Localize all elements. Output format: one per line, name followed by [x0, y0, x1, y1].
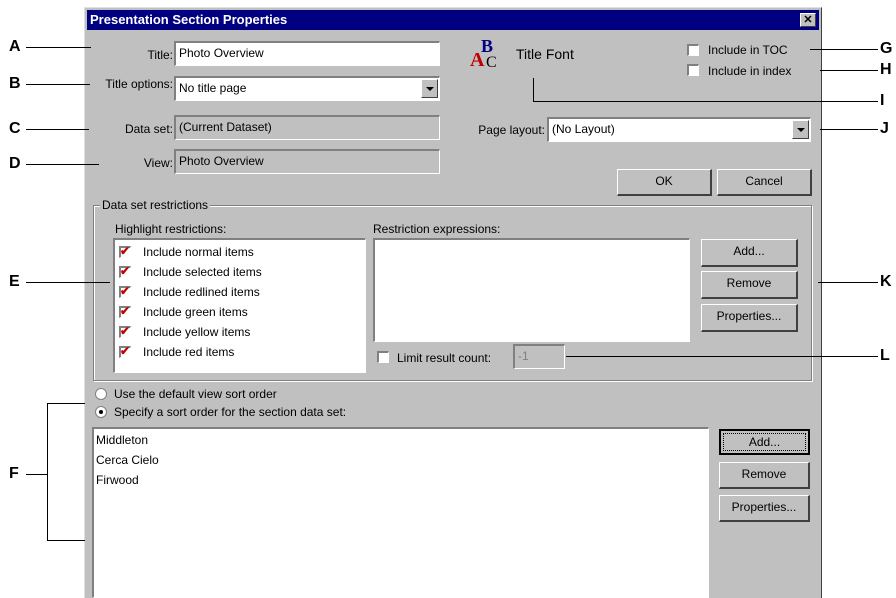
callout-l: L — [880, 347, 890, 364]
svg-text:C: C — [486, 54, 497, 70]
limit-result-field[interactable]: -1 — [513, 344, 565, 369]
specify-sort-radio[interactable] — [95, 406, 107, 418]
page-layout-label: Page layout: — [478, 123, 545, 137]
include-redlined-checkbox[interactable] — [119, 284, 131, 298]
restriction-remove-button[interactable]: Remove — [701, 271, 798, 299]
callout-h-line — [820, 70, 878, 71]
list-item-label: Include normal items — [143, 245, 254, 259]
title-options-label: Title options: — [105, 77, 173, 91]
callout-j: J — [880, 120, 889, 137]
callout-f: F — [9, 465, 19, 482]
dialog-titlebar[interactable]: Presentation Section Properties ✕ — [87, 10, 819, 30]
include-green-checkbox[interactable] — [119, 304, 131, 318]
callout-k: K — [880, 273, 892, 290]
list-item-label: Include yellow items — [143, 325, 251, 339]
list-item-label: Include redlined items — [143, 285, 260, 299]
callout-c-line — [26, 129, 89, 130]
title-input[interactable]: Photo Overview — [174, 41, 440, 66]
include-index-label[interactable]: Include in index — [708, 64, 791, 78]
list-item-label: Include red items — [143, 345, 235, 359]
cancel-button[interactable]: Cancel — [717, 169, 812, 196]
limit-result-label[interactable]: Limit result count: — [397, 351, 491, 365]
title-options-value: No title page — [179, 81, 247, 95]
title-font-button[interactable]: B A C — [469, 36, 503, 71]
include-selected-checkbox[interactable] — [119, 264, 131, 278]
font-icon: B A C — [470, 36, 497, 71]
title-font-label[interactable]: Title Font — [516, 46, 574, 62]
highlight-restrictions-label: Highlight restrictions: — [115, 222, 227, 236]
sort-add-button[interactable]: Add... — [719, 429, 810, 455]
list-item[interactable]: Firwood — [96, 473, 139, 487]
callout-c: C — [9, 120, 21, 137]
callout-i-line — [533, 101, 878, 102]
callout-l-line — [566, 356, 878, 357]
callout-h: H — [880, 61, 892, 78]
chevron-down-icon[interactable] — [421, 79, 438, 98]
callout-g: G — [880, 40, 893, 57]
list-item-label: Include selected items — [143, 265, 262, 279]
title-options-select[interactable]: No title page — [174, 76, 440, 101]
callout-b-line — [26, 84, 90, 85]
callout-e: E — [9, 273, 20, 290]
callout-d-line — [26, 164, 99, 165]
include-red-checkbox[interactable] — [119, 344, 131, 358]
callout-b: B — [9, 75, 21, 92]
view-label: View: — [143, 156, 173, 170]
include-index-checkbox[interactable] — [687, 64, 699, 76]
sort-remove-button[interactable]: Remove — [719, 462, 810, 489]
highlight-restrictions-list: Include normal items Include selected it… — [113, 238, 366, 373]
callout-f-bracket-bottom — [47, 540, 85, 541]
include-yellow-checkbox[interactable] — [119, 324, 131, 338]
callout-a: A — [9, 38, 21, 55]
presentation-section-properties-dialog: Presentation Section Properties ✕ Title:… — [84, 7, 822, 598]
restriction-add-button[interactable]: Add... — [701, 239, 798, 267]
dataset-label: Data set: — [124, 122, 173, 136]
sort-properties-button[interactable]: Properties... — [719, 495, 810, 522]
svg-text:A: A — [470, 49, 485, 70]
include-toc-checkbox[interactable] — [687, 44, 699, 56]
callout-d: D — [9, 155, 21, 172]
callout-f-bracket — [47, 403, 48, 541]
callout-j-line — [820, 129, 878, 130]
sort-order-list[interactable]: Middleton Cerca Cielo Firwood — [92, 427, 709, 598]
list-item[interactable]: Middleton — [96, 433, 148, 447]
callout-f-line — [26, 474, 48, 475]
title-label: Title: — [147, 48, 173, 62]
default-sort-radio[interactable] — [95, 388, 107, 400]
callout-g-line — [810, 49, 878, 50]
view-field: Photo Overview — [174, 149, 440, 174]
callout-i: I — [880, 92, 885, 109]
list-item-label: Include green items — [143, 305, 248, 319]
callout-k-line — [818, 282, 878, 283]
restriction-expressions-label: Restriction expressions: — [373, 222, 501, 236]
restriction-properties-button[interactable]: Properties... — [701, 304, 798, 332]
dataset-field: (Current Dataset) — [174, 115, 440, 140]
list-item[interactable]: Cerca Cielo — [96, 453, 159, 467]
limit-result-checkbox[interactable] — [377, 351, 389, 363]
restriction-expressions-list[interactable] — [373, 238, 690, 342]
dialog-title: Presentation Section Properties — [90, 12, 288, 27]
callout-i-stem — [533, 78, 534, 102]
default-sort-label[interactable]: Use the default view sort order — [114, 387, 277, 401]
ok-button[interactable]: OK — [617, 169, 712, 196]
page-layout-select[interactable]: (No Layout) — [547, 117, 811, 142]
restrictions-group-label: Data set restrictions — [100, 198, 211, 212]
callout-e-line — [26, 282, 110, 283]
callout-f-bracket-top — [47, 403, 85, 404]
callout-a-line — [26, 47, 91, 48]
close-icon[interactable]: ✕ — [800, 13, 816, 27]
specify-sort-label[interactable]: Specify a sort order for the section dat… — [114, 405, 346, 419]
chevron-down-icon[interactable] — [792, 120, 809, 139]
include-toc-label[interactable]: Include in TOC — [708, 43, 788, 57]
page-layout-value: (No Layout) — [552, 122, 615, 136]
include-normal-checkbox[interactable] — [119, 244, 131, 258]
